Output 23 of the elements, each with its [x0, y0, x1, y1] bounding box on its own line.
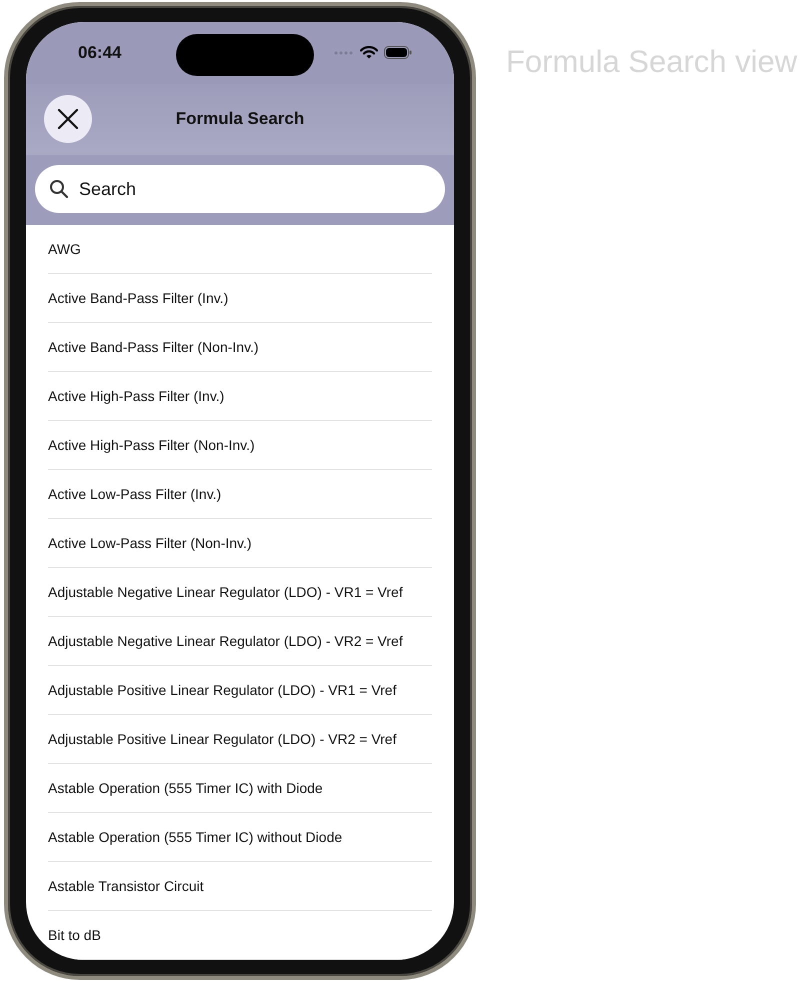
close-icon — [57, 108, 79, 130]
formula-item[interactable]: Active High-Pass Filter (Non-Inv.) — [48, 421, 432, 470]
formula-item[interactable]: Active High-Pass Filter (Inv.) — [48, 372, 432, 421]
status-time: 06:44 — [78, 42, 122, 63]
formula-item[interactable]: Bit to dB — [48, 911, 432, 960]
formula-item[interactable]: Adjustable Negative Linear Regulator (LDO) - VR2 = Vref — [48, 617, 432, 666]
wifi-icon — [360, 46, 378, 60]
screen-title: Formula Search — [174, 109, 306, 130]
formula-item[interactable]: AWG — [48, 225, 432, 274]
search-field[interactable]: Search — [35, 165, 445, 213]
formula-item[interactable]: Active Low-Pass Filter (Non-Inv.) — [48, 519, 432, 568]
formula-item[interactable]: Astable Transistor Circuit — [48, 862, 432, 911]
formula-item[interactable]: Adjustable Positive Linear Regulator (LDO) - VR1 = Vref — [48, 666, 432, 715]
formula-item[interactable]: Active Band-Pass Filter (Inv.) — [48, 274, 432, 323]
formula-item[interactable]: Astable Operation (555 Timer IC) without Diode — [48, 813, 432, 862]
formula-item[interactable]: Astable Operation (555 Timer IC) with Diode — [48, 764, 432, 813]
formula-item[interactable]: Active Band-Pass Filter (Non-Inv.) — [48, 323, 432, 372]
close-button[interactable] — [44, 95, 92, 144]
formula-item[interactable]: Active Low-Pass Filter (Inv.) — [48, 470, 432, 519]
battery-icon — [384, 46, 412, 60]
formula-item[interactable]: Adjustable Negative Linear Regulator (LDO) - VR1 = Vref — [48, 568, 432, 617]
formula-item[interactable]: Adjustable Positive Linear Regulator (LDO) - VR2 = Vref — [48, 715, 432, 764]
signal-icon — [334, 50, 354, 55]
